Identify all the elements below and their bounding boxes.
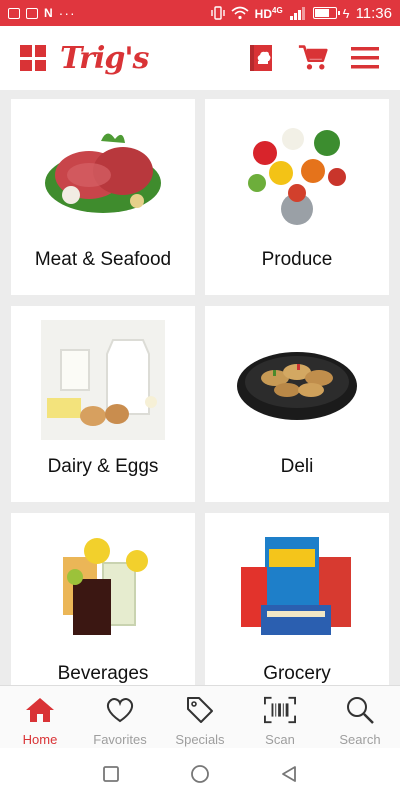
charging-icon: ϟ <box>342 5 350 21</box>
deli-image <box>237 352 357 420</box>
clock: 11:36 <box>355 4 392 22</box>
beverages-image <box>63 538 148 635</box>
barcode-icon <box>264 694 296 726</box>
signal-icon <box>289 7 305 20</box>
nav-label: Scan <box>265 732 295 747</box>
battery-icon <box>312 7 340 19</box>
dairy-image <box>41 320 165 440</box>
category-grid: Meat & Seafood Produce Dairy & Eggs Deli… <box>11 99 389 709</box>
calendar-icon <box>26 7 38 19</box>
recipe-book-icon <box>250 45 272 71</box>
wifi-icon <box>231 6 249 20</box>
bottom-navigation: Home Favorites Specials Scan Search <box>0 685 400 748</box>
meat-image <box>45 133 161 213</box>
menu-button[interactable] <box>350 43 380 73</box>
app-header: Trig's <box>0 26 400 90</box>
category-tile-meat-seafood[interactable]: Meat & Seafood <box>11 99 195 295</box>
network-label: HD <box>254 6 272 21</box>
tag-icon <box>184 694 216 726</box>
nav-label: Favorites <box>93 732 147 747</box>
cart-icon <box>298 45 328 70</box>
home-icon <box>24 694 56 726</box>
notification-icons: N ··· <box>8 6 76 20</box>
category-label: Grocery <box>263 663 331 684</box>
cart-button[interactable] <box>298 43 328 73</box>
nav-label: Home <box>22 732 58 747</box>
system-navigation-bar <box>0 748 400 800</box>
more-notifications-icon: ··· <box>58 5 76 21</box>
home-system-icon[interactable] <box>190 764 210 784</box>
status-bar: N ··· HD4G ϟ 11:36 <box>0 0 400 26</box>
nav-specials[interactable]: Specials <box>160 686 240 748</box>
category-tile-deli[interactable]: Deli <box>205 306 389 502</box>
produce-image <box>248 128 346 225</box>
nav-favorites[interactable]: Favorites <box>80 686 160 748</box>
nav-search[interactable]: Search <box>320 686 400 748</box>
category-label: Deli <box>280 456 314 477</box>
departments-grid-icon[interactable] <box>20 45 46 71</box>
notification-badge: N <box>44 6 53 20</box>
category-tile-beverages[interactable]: Beverages <box>11 513 195 709</box>
network-type: HD4G <box>255 6 283 21</box>
vibrate-icon <box>210 6 225 20</box>
message-icon <box>8 7 20 19</box>
nav-home[interactable]: Home <box>0 686 80 748</box>
recipes-button[interactable] <box>246 43 276 73</box>
back-icon[interactable] <box>280 765 298 783</box>
category-label: Produce <box>261 249 333 270</box>
nav-label: Specials <box>175 732 225 747</box>
recent-apps-icon[interactable] <box>102 765 120 783</box>
category-tile-grocery[interactable]: Grocery <box>205 513 389 709</box>
category-label: Dairy & Eggs <box>47 456 159 477</box>
nav-label: Search <box>339 732 381 747</box>
category-label: Beverages <box>57 663 149 684</box>
category-tile-produce[interactable]: Produce <box>205 99 389 295</box>
logo[interactable]: Trig's <box>60 41 149 76</box>
search-icon <box>344 694 376 726</box>
category-tile-dairy-eggs[interactable]: Dairy & Eggs <box>11 306 195 502</box>
network-sub-label: 4G <box>272 5 283 15</box>
grocery-image <box>241 537 351 635</box>
hamburger-icon <box>351 47 379 69</box>
heart-icon <box>104 694 136 726</box>
nav-scan[interactable]: Scan <box>240 686 320 748</box>
category-label: Meat & Seafood <box>34 249 172 270</box>
